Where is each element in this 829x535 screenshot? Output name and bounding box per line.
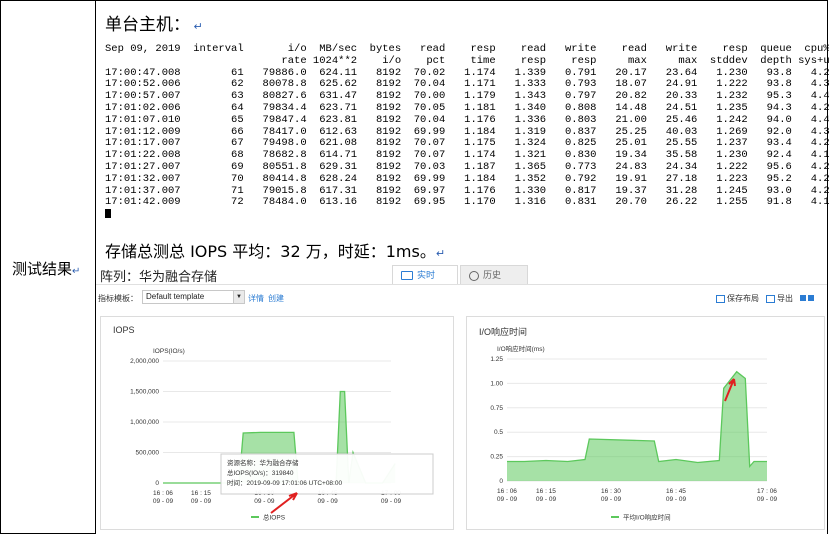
x-tick-date: 09 - 09 [191, 498, 212, 505]
monitor-icon [401, 271, 413, 281]
y-tick-label: 0 [155, 480, 159, 487]
y-tick-label: 1.00 [490, 380, 503, 387]
export-icon [766, 294, 775, 303]
export-button[interactable]: 导出 [766, 293, 793, 304]
y-tick-label: 0.5 [494, 429, 503, 436]
y-tick-label: 2,000,000 [130, 358, 159, 365]
table-row: 17:01:32.007 70 80414.8 628.24 8192 69.9… [105, 172, 829, 185]
table-row: 17:01:07.010 65 79847.4 623.81 8192 70.0… [105, 113, 829, 126]
red-arrow-annotation [270, 492, 298, 514]
table-row: 17:01:27.007 69 80551.8 629.31 8192 70.0… [105, 160, 829, 173]
series-area [507, 371, 767, 481]
tab-underline [96, 284, 827, 285]
save-icon [716, 294, 725, 303]
tooltip-line: 总IOPS(IO/s)：319840 [227, 468, 294, 477]
x-tick-label: 16 : 15 [191, 490, 211, 497]
y-tick-label: 500,000 [136, 450, 160, 457]
history-icon [469, 270, 479, 281]
x-tick-date: 09 - 09 [254, 498, 275, 505]
list-icon [808, 294, 814, 301]
x-tick-date: 09 - 09 [497, 496, 518, 503]
x-tick-date: 09 - 09 [318, 498, 339, 505]
y-tick-label: 1.25 [490, 356, 503, 363]
template-label: 指标模板： [98, 294, 138, 303]
y-tick-label: 0.25 [490, 454, 503, 461]
tooltip: 资源名称：华为融合存储总IOPS(IO/s)：319840时间：2019-09-… [220, 453, 434, 495]
x-tick-label: 16 : 45 [666, 488, 686, 495]
tooltip-line: 时间：2019-09-09 17:01:06 UTC+08:00 [227, 478, 342, 487]
summary-text: 存储总测总 IOPS 平均：32 万，时延：1ms。↵ [105, 242, 446, 261]
x-tick-label: 16 : 30 [601, 488, 621, 495]
y-tick-label: 0 [499, 478, 503, 485]
latency-chart: I/O响应时间(ms)00.250.50.751.001.2516 : 0609… [490, 344, 778, 522]
chevron-down-icon: ▼ [233, 291, 244, 303]
details-link[interactable]: 详情 [248, 293, 264, 304]
vdbench-output: Sep 09, 2019 interval i/o MB/sec bytes r… [105, 43, 829, 223]
x-tick-label: 16 : 15 [536, 488, 556, 495]
iops-chart: IOPS(IO/s) 0 500,000 1,000,000 1,500,000 2,00… [130, 348, 434, 522]
y-axis-label: I/O响应时间(ms) [497, 344, 545, 353]
latency-chart-card: I/O响应时间 I/O响应时间(ms) 0 0.25 0.5 0.75 1.00 1.25 1… [466, 316, 825, 530]
terminal-cursor [105, 209, 825, 223]
table-row: 17:01:02.006 64 79834.4 623.71 8192 70.0… [105, 101, 829, 114]
x-tick-label: 16 : 06 [497, 488, 517, 495]
table-header-row: rate 1024**2 i/o pct time resp resp max … [105, 54, 829, 67]
tooltip-line: 资源名称：华为融合存储 [227, 458, 299, 467]
y-tick-label: 1,500,000 [130, 389, 159, 396]
tab-history[interactable]: 历史 [460, 265, 528, 284]
x-tick-date: 09 - 09 [757, 496, 778, 503]
legend-label: 总IOPS [263, 513, 286, 522]
x-tick-date: 09 - 09 [381, 498, 402, 505]
x-tick-date: 09 - 09 [666, 496, 687, 503]
result-label: 测试结果↵ [12, 260, 81, 278]
create-link[interactable]: 创建 [268, 293, 284, 304]
save-layout-button[interactable]: 保存布局 [716, 293, 759, 304]
x-tick-date: 09 - 09 [601, 496, 622, 503]
table-row: 17:01:42.009 72 78484.0 613.16 8192 69.9… [105, 196, 829, 209]
legend-label: 平均I/O响应时间 [623, 513, 671, 522]
border-left [0, 0, 1, 534]
dashboard-screenshot: 阵列：华为融合存储 实时 历史 指标模板： Default template ▼ … [96, 263, 827, 534]
iops-chart-card: IOPS IOPS(IO/s) 0 500,000 1,000,000 1,500,00… [100, 316, 454, 530]
y-tick-label: 0.75 [490, 405, 503, 412]
x-tick-date: 09 - 09 [536, 496, 557, 503]
border-top [0, 0, 828, 1]
layout-toggle[interactable] [798, 293, 814, 302]
y-axis-label: IOPS(IO/s) [153, 348, 185, 355]
grid-icon [800, 294, 806, 301]
x-tick-label: 17 : 06 [757, 488, 777, 495]
template-select[interactable]: Default template ▼ [142, 290, 245, 304]
x-tick-label: 16 : 06 [153, 490, 173, 497]
tab-realtime[interactable]: 实时 [392, 265, 458, 284]
y-tick-label: 1,000,000 [130, 419, 159, 426]
x-tick-date: 09 - 09 [153, 498, 174, 505]
array-title: 阵列：华为融合存储 [100, 269, 218, 284]
single-host-heading: 单台主机： ↵ [105, 15, 203, 35]
